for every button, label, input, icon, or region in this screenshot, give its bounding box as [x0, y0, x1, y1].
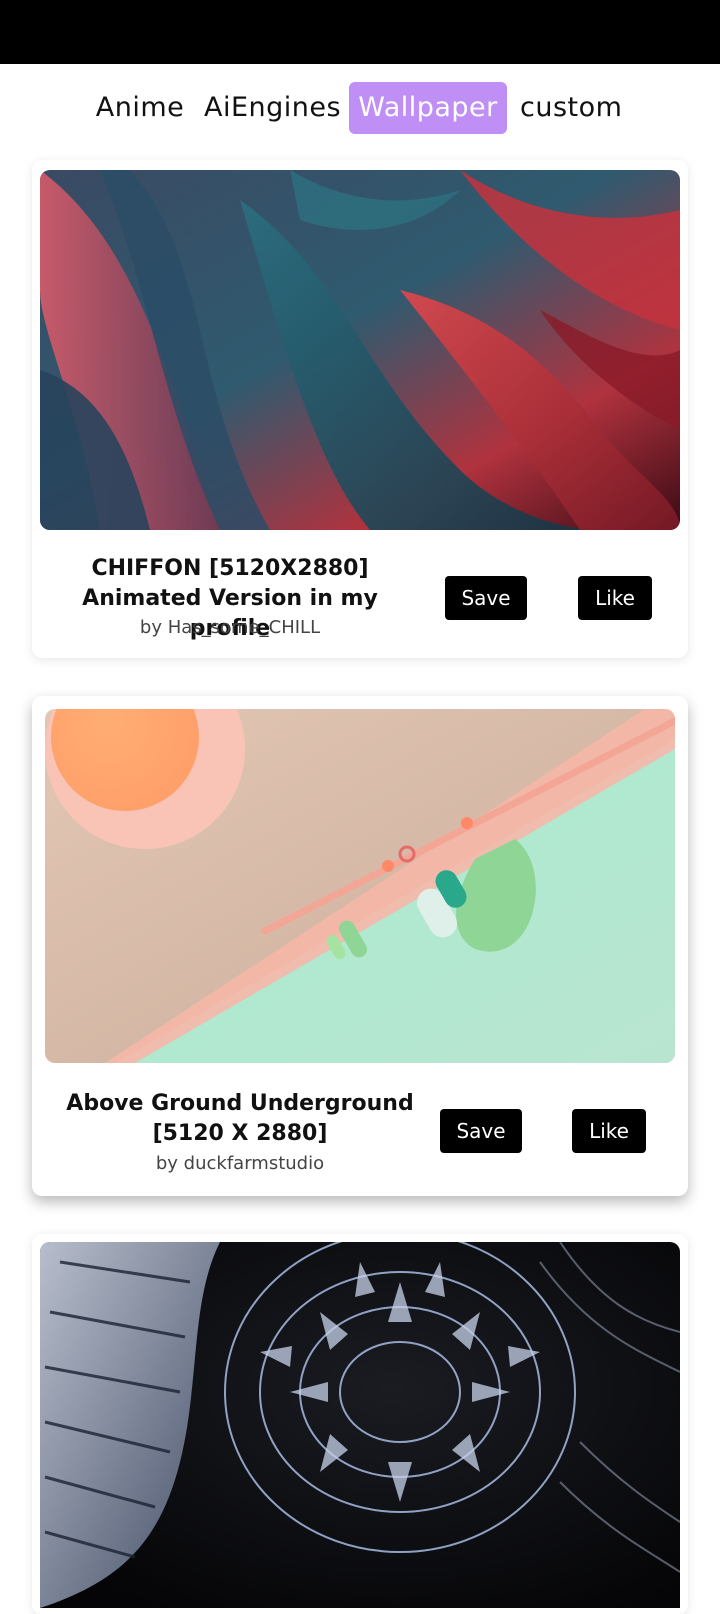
- tab-aiengines[interactable]: AiEngines: [204, 82, 341, 134]
- tab-wallpaper[interactable]: Wallpaper: [349, 82, 507, 134]
- like-button[interactable]: Like: [578, 576, 652, 620]
- status-bar: [0, 0, 720, 64]
- like-button[interactable]: Like: [572, 1109, 646, 1153]
- tab-custom[interactable]: custom: [520, 82, 622, 134]
- wallpaper-card[interactable]: [32, 1234, 688, 1614]
- wallpaper-card[interactable]: Above Ground Underground [5120 X 2880] b…: [32, 696, 688, 1196]
- tab-anime[interactable]: Anime: [92, 82, 188, 134]
- wallpaper-title: Above Ground Underground [5120 X 2880]: [66, 1091, 414, 1146]
- save-button[interactable]: Save: [440, 1109, 522, 1153]
- wallpaper-author: by Has_some_CHILL: [139, 617, 321, 638]
- wallpaper-image[interactable]: [40, 170, 680, 530]
- wallpaper-image[interactable]: [40, 1242, 680, 1608]
- category-tabs: Anime AiEngines Wallpaper custom: [0, 82, 720, 134]
- wallpaper-author: by duckfarmstudio: [155, 1153, 325, 1174]
- wallpaper-image[interactable]: [45, 709, 675, 1063]
- save-button[interactable]: Save: [445, 576, 527, 620]
- wallpaper-card[interactable]: CHIFFON [5120X2880] Animated Version in …: [32, 160, 688, 658]
